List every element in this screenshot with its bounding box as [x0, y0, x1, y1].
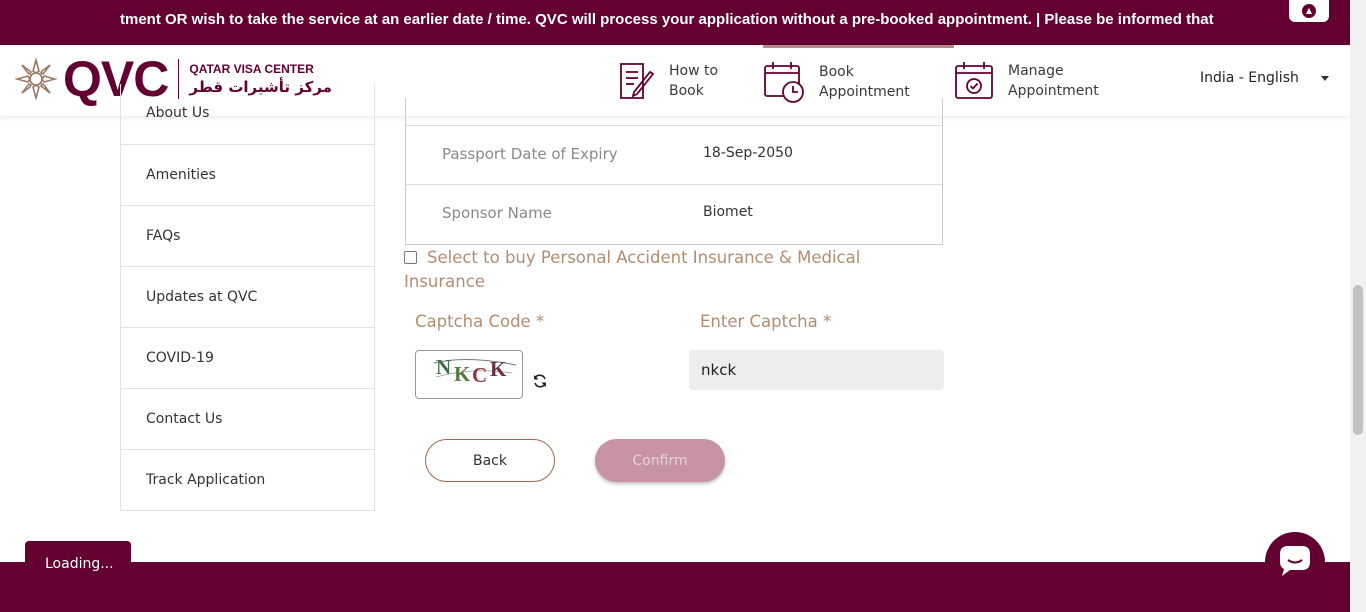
- captcha-char: K: [490, 357, 507, 381]
- caret-down-icon[interactable]: [1321, 76, 1329, 81]
- loading-indicator: Loading...: [25, 541, 131, 587]
- sidebar-item-updates[interactable]: Updates at QVC: [120, 267, 375, 328]
- detail-label: Sponsor Name: [442, 204, 552, 222]
- sidebar-item-label: Updates at QVC: [146, 289, 258, 305]
- sidebar-item-track-application[interactable]: Track Application: [120, 450, 375, 511]
- back-button[interactable]: Back: [425, 439, 555, 482]
- ornament-icon: [15, 58, 57, 100]
- detail-value: 18-Sep-2050: [703, 145, 793, 161]
- insurance-label[interactable]: Select to buy Personal Accident Insuranc…: [404, 246, 924, 294]
- announcement-ticker: tment OR wish to take the service at an …: [0, 0, 1350, 45]
- sidebar-item-label: COVID-19: [146, 350, 214, 366]
- sidebar-item-covid[interactable]: COVID-19: [120, 328, 375, 389]
- chat-bubble-icon: [1280, 546, 1310, 576]
- sidebar-item-label: FAQs: [146, 228, 181, 244]
- chat-button[interactable]: [1265, 532, 1325, 592]
- language-selector[interactable]: India - English: [1200, 70, 1299, 86]
- captcha-code-label: Captcha Code *: [415, 312, 545, 331]
- captcha-char: N: [436, 355, 452, 379]
- scroll-to-top-button[interactable]: ▲: [1289, 0, 1329, 22]
- captcha-input[interactable]: [689, 350, 944, 390]
- detail-label: Passport Date of Expiry: [442, 145, 618, 163]
- table-row: [406, 98, 942, 126]
- sidebar-item-label: Track Application: [146, 472, 266, 488]
- nav-manage-appointment-line1: Manage: [1008, 62, 1064, 79]
- ticker-text: tment OR wish to take the service at an …: [120, 11, 1214, 28]
- detail-value: Biomet: [703, 204, 753, 220]
- nav-manage-appointment-line2: Appointment: [1008, 82, 1099, 99]
- nav-how-to-book-line1: How to: [669, 62, 719, 79]
- sidebar-item-about-us[interactable]: About Us: [120, 84, 375, 145]
- sidebar-menu: About Us Amenities FAQs Updates at QVC C…: [120, 84, 375, 511]
- calendar-check-icon: [955, 61, 993, 99]
- confirm-button[interactable]: Confirm: [595, 439, 725, 482]
- sidebar-item-contact-us[interactable]: Contact Us: [120, 389, 375, 450]
- sidebar-item-label: About Us: [146, 105, 210, 121]
- sidebar-item-faqs[interactable]: FAQs: [120, 206, 375, 267]
- sidebar-item-amenities[interactable]: Amenities: [120, 145, 375, 206]
- scrollbar-thumb[interactable]: [1353, 285, 1363, 435]
- nav-manage-appointment[interactable]: Manage Appointment: [954, 45, 1099, 116]
- applicant-details-table: Passport Date of Expiry 18-Sep-2050 Spon…: [405, 98, 943, 245]
- captcha-char: K: [454, 362, 471, 386]
- table-row: Passport Date of Expiry 18-Sep-2050: [406, 126, 942, 185]
- enter-captcha-label: Enter Captcha *: [700, 312, 832, 331]
- captcha-char: C: [472, 363, 488, 387]
- document-edit-icon: [620, 62, 655, 99]
- page-scrollbar[interactable]: [1350, 0, 1366, 612]
- nav-book-appointment-line1: Book: [819, 64, 854, 80]
- captcha-image: N K C K: [415, 350, 523, 399]
- table-row: Sponsor Name Biomet: [406, 185, 942, 244]
- insurance-checkbox[interactable]: [404, 251, 417, 264]
- logo-subtitle-en: QATAR VISA CENTER: [189, 62, 314, 76]
- chevron-up-icon: ▲: [1302, 4, 1316, 18]
- refresh-icon[interactable]: [532, 373, 548, 389]
- site-footer: [0, 562, 1350, 612]
- sidebar-item-label: Amenities: [146, 167, 216, 183]
- sidebar-item-label: Contact Us: [146, 411, 223, 427]
